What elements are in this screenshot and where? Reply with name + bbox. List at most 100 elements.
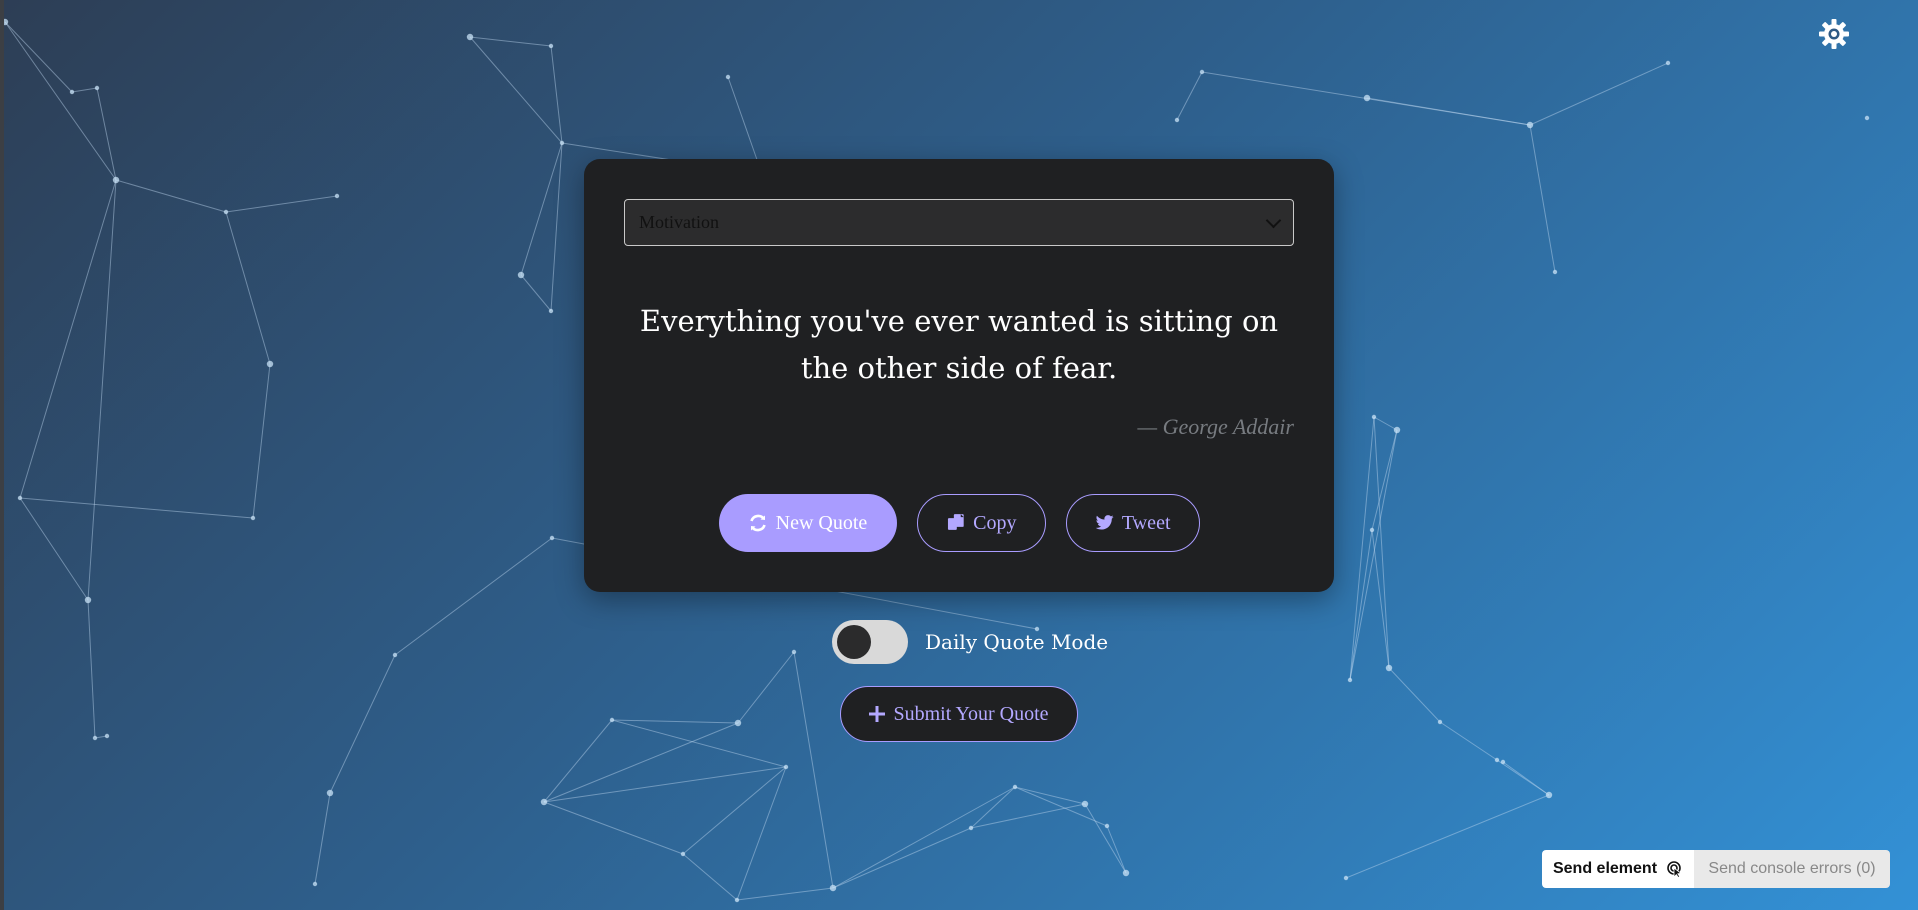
network-node <box>734 719 742 727</box>
dev-toolbar: Send element Send console errors (0) <box>1542 850 1890 888</box>
network-line <box>1345 794 1550 879</box>
network-node <box>1174 117 1180 123</box>
tweet-label: Tweet <box>1121 511 1171 534</box>
network-node <box>1371 414 1377 420</box>
network-line <box>550 45 563 144</box>
network-line <box>19 497 89 601</box>
chevron-down-icon <box>1265 212 1282 228</box>
network-node <box>1500 759 1506 765</box>
quote-author: — George Addair <box>1137 414 1294 439</box>
tweet-button[interactable]: Tweet <box>1065 494 1200 552</box>
network-line <box>314 792 331 885</box>
network-node <box>112 176 120 184</box>
network-line <box>469 36 552 47</box>
network-line <box>1106 825 1127 874</box>
network-node <box>540 798 548 806</box>
category-select[interactable]: Motivation <box>624 199 1294 246</box>
network-node <box>1081 800 1089 808</box>
copy-icon <box>947 514 964 530</box>
network-node <box>326 789 334 797</box>
network-line <box>1373 416 1398 431</box>
network-line <box>736 766 787 901</box>
network-line <box>19 497 254 519</box>
network-line <box>520 142 563 276</box>
network-node <box>1526 121 1534 129</box>
network-line <box>520 274 552 312</box>
network-line <box>1529 62 1669 126</box>
copy-label: Copy <box>973 511 1017 534</box>
send-console-errors-button[interactable]: Send console errors (0) <box>1694 850 1890 888</box>
network-line <box>1439 721 1498 761</box>
network-node <box>783 764 789 770</box>
network-line <box>970 803 1086 829</box>
copy-button[interactable]: Copy <box>916 494 1046 552</box>
send-console-errors-label: Send console errors (0) <box>1708 860 1876 877</box>
network-line <box>1529 124 1556 273</box>
network-line <box>736 887 834 901</box>
network-node <box>1545 791 1553 799</box>
network-line <box>1176 71 1203 121</box>
gear-icon <box>1819 19 1849 49</box>
network-line <box>682 853 738 901</box>
network-node <box>1347 677 1353 683</box>
send-element-button[interactable]: Send element <box>1542 850 1694 888</box>
network-node <box>92 735 98 741</box>
network-node <box>517 271 525 279</box>
network-node <box>548 43 554 49</box>
network-line <box>737 651 795 724</box>
network-node <box>94 85 100 91</box>
new-quote-label: New Quote <box>775 511 868 534</box>
quote-text: Everything you've ever wanted is sitting… <box>639 304 1279 385</box>
network-node <box>1012 784 1018 790</box>
network-line <box>394 537 553 656</box>
network-line <box>225 195 338 213</box>
network-line <box>832 786 1016 889</box>
network-node <box>334 193 340 199</box>
network-node <box>549 535 555 541</box>
quote-card: Motivation Everything you've ever wanted… <box>584 159 1334 592</box>
toggle-knob <box>837 625 871 659</box>
network-line <box>469 36 563 144</box>
network-node <box>1393 426 1401 434</box>
network-line <box>19 179 117 499</box>
network-node <box>548 308 554 314</box>
network-line <box>543 766 787 803</box>
network-node <box>17 495 23 501</box>
network-line <box>87 179 117 601</box>
network-line <box>1349 416 1375 681</box>
network-line <box>1349 429 1398 681</box>
settings-button[interactable] <box>1816 16 1852 52</box>
submit-quote-button[interactable]: Submit Your Quote <box>840 686 1078 742</box>
network-node <box>466 33 474 41</box>
network-node <box>680 851 686 857</box>
network-node <box>1199 69 1205 75</box>
daily-quote-mode: Daily Quote Mode <box>832 620 1108 664</box>
network-line <box>329 654 396 794</box>
network-line <box>832 827 972 889</box>
network-node <box>1864 115 1870 121</box>
daily-quote-label: Daily Quote Mode <box>925 630 1109 654</box>
network-line <box>1349 529 1373 681</box>
network-line <box>550 142 563 312</box>
network-line <box>4 21 73 93</box>
new-quote-button[interactable]: New Quote <box>718 494 897 552</box>
network-node <box>829 884 837 892</box>
daily-quote-toggle[interactable] <box>832 620 908 664</box>
network-line <box>543 722 739 803</box>
network-node <box>84 596 92 604</box>
network-line <box>793 651 834 889</box>
network-node <box>1343 875 1349 881</box>
category-select-value: Motivation <box>639 212 719 232</box>
network-node <box>1122 869 1130 877</box>
network-node <box>266 360 274 368</box>
network-line <box>87 599 96 739</box>
network-node <box>968 825 974 831</box>
send-element-label: Send element <box>1552 860 1658 877</box>
network-line <box>1084 803 1127 874</box>
network-node <box>69 89 75 95</box>
network-node <box>1369 527 1375 533</box>
network-node <box>250 515 256 521</box>
pointer-select-icon <box>1667 861 1683 878</box>
plus-icon <box>869 706 886 722</box>
network-line <box>543 801 684 855</box>
